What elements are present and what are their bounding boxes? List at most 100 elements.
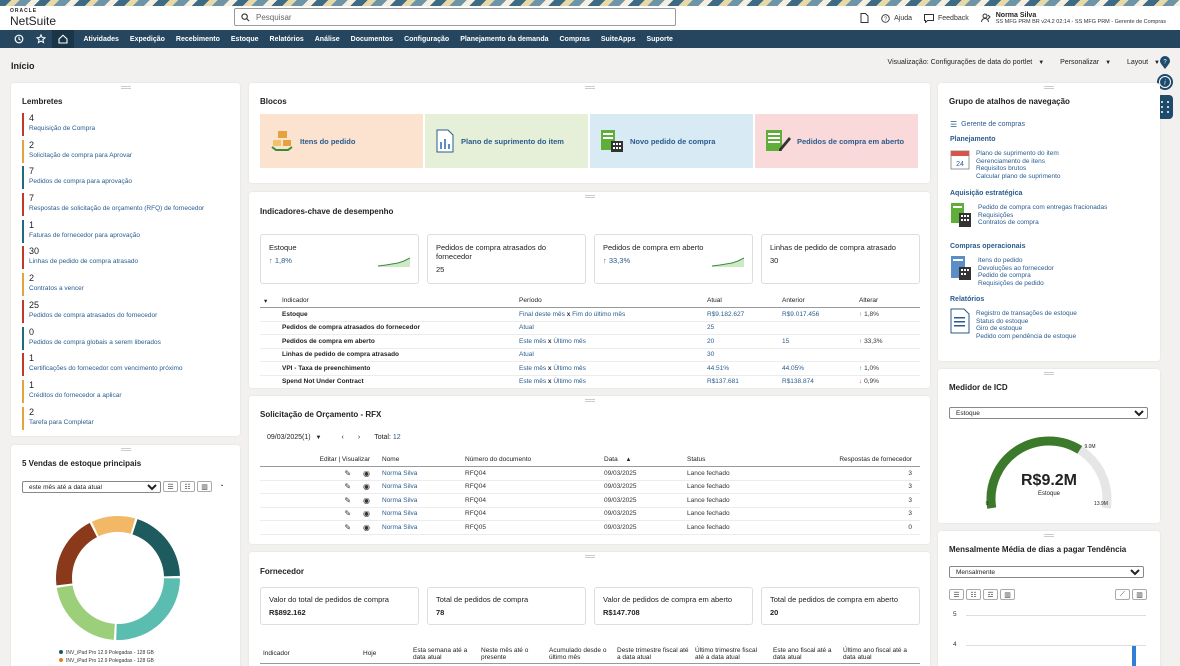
kpi-current[interactable]: R$9.182.627 [703,307,778,322]
quick-tile[interactable]: Pedidos de compra em aberto [755,114,918,168]
kpi-current[interactable]: R$137.681 [703,375,778,389]
reminder-item[interactable]: 1 Créditos do fornecedor a aplicar [22,379,204,403]
drag-handle[interactable] [584,555,595,558]
reminder-item[interactable]: 0 Pedidos de compra globais a serem libe… [22,326,204,350]
nav-menu-item[interactable]: Análise [309,36,345,43]
kpi-card[interactable]: Estoque ↑ 1,8% [260,234,419,284]
prev-page-icon[interactable]: ‹ [342,434,344,441]
kpi-card[interactable]: Linhas de pedido de compra atrasado 30 [761,234,920,284]
help-link[interactable]: ? Ajuda [881,13,912,23]
view-eye-icon[interactable]: ◉ [363,509,370,518]
column-header[interactable]: Período [515,294,703,308]
nav-menu-item[interactable]: Configuração [399,36,455,43]
drag-handle[interactable] [584,399,595,402]
shortcut-group-heading[interactable]: Compras operacionais [950,243,1054,250]
view-eye-icon[interactable]: ◉ [363,496,370,505]
line-chart-icon[interactable]: ⟋ [1115,589,1130,600]
edit-pencil-icon[interactable]: ✎ [344,496,351,505]
bar-grouped-icon[interactable]: ☲ [983,589,998,600]
shortcut-link[interactable]: Pedido com pendência de estoque [976,333,1077,341]
favorites-button[interactable] [30,30,52,48]
column-header[interactable]: Último ano fiscal até a data atual [840,645,920,664]
edit-pencil-icon[interactable]: ✎ [344,509,351,518]
period-link[interactable]: Este mês [519,365,546,372]
shortcut-group-heading[interactable]: Aquisição estratégica [950,190,1107,197]
kpi-card[interactable]: Pedidos de compra em aberto ↑ 33,3% [594,234,753,284]
bar-chart-icon[interactable]: ▥ [1000,589,1015,600]
column-header[interactable]: Data ▲ [600,453,683,467]
bar-stacked-icon[interactable]: ☷ [180,481,195,492]
reminder-link[interactable]: Respostas de solicitação de orçamento (R… [29,204,204,213]
column-header[interactable]: Deste trimestre fiscal até a data atual [614,645,692,664]
column-header[interactable]: Neste mês até o presente [478,645,546,664]
reminder-link[interactable]: Pedidos de compra para aprovação [29,177,204,186]
rfx-name[interactable]: Norma Silva [378,480,461,494]
view-eye-icon[interactable]: ◉ [363,469,370,478]
drag-handle[interactable] [120,448,131,451]
bar-chart-icon[interactable]: ▥ [197,481,212,492]
drag-handle[interactable] [1044,534,1054,537]
nav-menu-item[interactable]: Documentos [345,36,398,43]
rfx-name[interactable]: Norma Silva [378,520,461,535]
period-link[interactable]: Este mês [519,338,546,345]
reminder-link[interactable]: Pedidos de compra globais a serem libera… [29,338,204,347]
kpi-previous[interactable]: 44.05% [778,361,855,376]
view-eye-icon[interactable]: ◉ [363,523,370,532]
shortcut-link[interactable]: Pedido de compra com entregas fracionada… [978,204,1107,212]
global-search[interactable] [234,8,676,26]
kpi-previous[interactable]: R$138.874 [778,375,855,389]
reminder-item[interactable]: 1 Faturas de fornecedor para aprovação [22,219,204,243]
period-link[interactable]: Fim do último mês [572,311,625,318]
reminder-link[interactable]: Solicitação de compra para Aprovar [29,151,204,160]
supplier-card[interactable]: Total de pedidos de compra em aberto 20 [761,587,920,625]
shortcut-link[interactable]: Status do estoque [976,318,1077,326]
column-header[interactable]: Acumulado desde o último mês [546,645,614,664]
supplier-card[interactable]: Total de pedidos de compra 78 [427,587,586,625]
quick-tile[interactable]: Plano de suprimento do item [425,114,588,168]
quick-tile[interactable]: Itens do pedido [260,114,423,168]
nav-menu-item[interactable]: Suporte [641,36,678,43]
reminder-link[interactable]: Certificações do fornecedor com vencimen… [29,364,204,373]
kpi-previous[interactable]: 15 [778,334,855,349]
pie-chart-icon[interactable]: ◔ [214,481,229,492]
column-header[interactable]: Nome [378,453,461,467]
column-header[interactable]: Este ano fiscal até a data atual [770,645,840,664]
drag-handle[interactable] [584,195,595,198]
period-link[interactable]: Atual [519,324,534,331]
column-header[interactable]: Indicador [278,294,515,308]
supplier-card[interactable]: Valor do total de pedidos de compra R$89… [260,587,419,625]
top-sales-period-select[interactable]: este mês até a data atual [22,481,161,493]
period-link[interactable]: Final deste mês [519,311,565,318]
shortcut-link[interactable]: Plano de suprimento do item [976,150,1061,158]
reminder-item[interactable]: 2 Solicitação de compra para Aprovar [22,139,204,163]
nav-menu-item[interactable]: Estoque [225,36,264,43]
shortcut-link[interactable]: Giro de estoque [976,325,1077,333]
shortcut-link[interactable]: Itens do pedido [978,257,1054,265]
user-menu[interactable]: Norma Silva SS MFG PRM BR v24.2 02:14 - … [980,12,1166,25]
bar-horizontal-icon[interactable]: ☰ [163,481,178,492]
column-header[interactable]: Anterior [778,294,855,308]
reminder-item[interactable]: 1 Certificações do fornecedor com vencim… [22,353,204,377]
shortcut-group-heading[interactable]: Relatórios [950,296,1077,303]
column-header[interactable]: Indicador [260,645,360,664]
rfx-name[interactable]: Norma Silva [378,507,461,521]
next-page-icon[interactable]: › [358,434,360,441]
drag-handle[interactable] [120,86,131,89]
shortcut-group-heading[interactable]: Planejamento [950,136,1061,143]
feedback-link[interactable]: Feedback [924,13,969,23]
kpi-current[interactable]: 20 [703,334,778,349]
reminder-item[interactable]: 7 Pedidos de compra para aprovação [22,166,204,190]
reminder-link[interactable]: Faturas de fornecedor para aprovação [29,231,204,240]
netsuite-logo[interactable]: ORACLE NetSuite [10,9,56,28]
period-link[interactable]: Atual [519,351,534,358]
column-header[interactable]: Status [683,453,803,467]
period-link[interactable]: Último mês [553,338,586,345]
rfx-date-filter[interactable]: 09/03/2025(1) ▼ [267,434,322,441]
column-header[interactable]: Último trimestre fiscal até a data atual [692,645,770,664]
shortcut-link[interactable]: Devoluções ao fornecedor [978,265,1054,273]
shortcut-link[interactable]: Requisitos brutos [976,165,1061,173]
period-link[interactable]: Último mês [553,365,586,372]
reminder-item[interactable]: 2 Contratos a vencer [22,273,204,297]
kpi-previous[interactable] [778,348,855,362]
reminder-item[interactable]: 7 Respostas de solicitação de orçamento … [22,193,204,217]
